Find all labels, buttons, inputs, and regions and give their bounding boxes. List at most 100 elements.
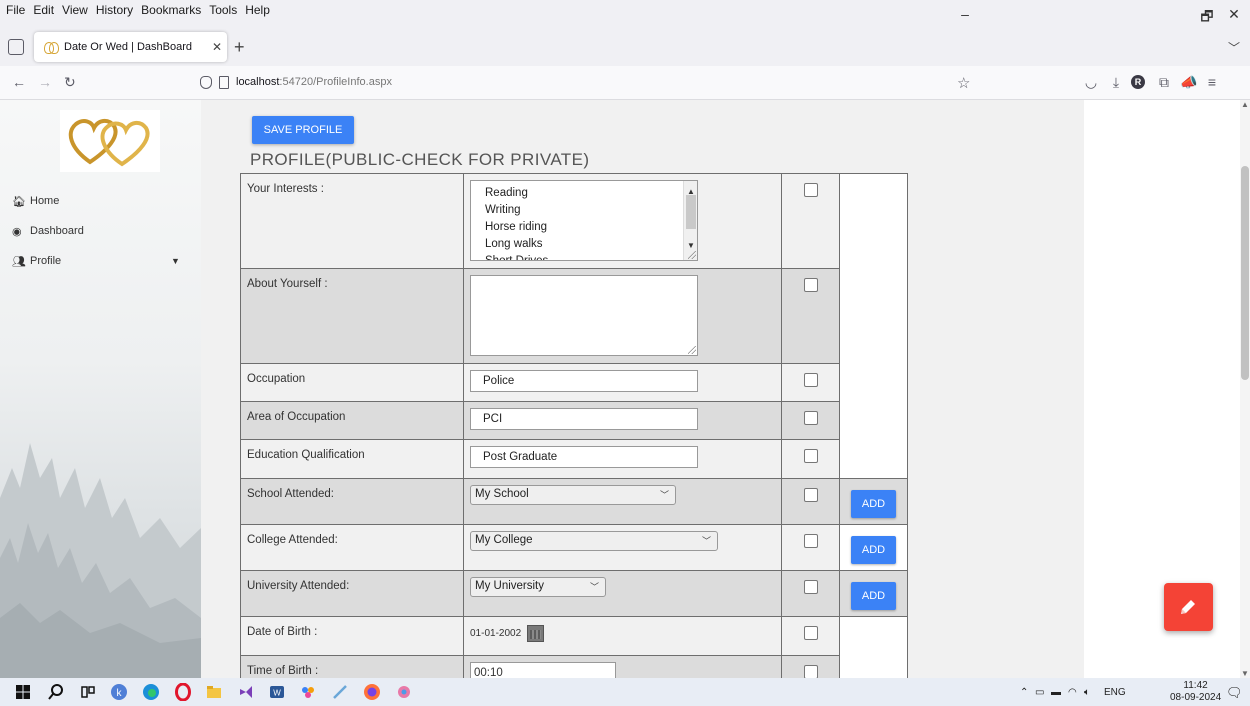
paint-icon[interactable] [299,683,317,701]
new-tab-icon[interactable]: + [234,37,245,58]
firefox-icon[interactable] [363,683,381,701]
page-info-icon[interactable] [219,76,229,89]
private-checkbox[interactable] [803,665,818,678]
private-checkbox[interactable] [803,580,818,594]
add-column-empty [839,616,908,678]
page-scroll-thumb[interactable] [1241,166,1249,380]
listbox-scrollbar[interactable]: ▲ ▼ [683,181,697,260]
private-checkbox[interactable] [803,449,818,463]
add-college-button[interactable]: ADD [851,536,896,564]
volume-icon[interactable]: 🔈︎ [1084,687,1090,698]
list-item[interactable]: Short Drives [485,253,697,260]
menu-edit[interactable]: Edit [33,3,54,17]
search-icon[interactable] [47,683,65,701]
minimize-button[interactable]: – [945,6,985,22]
list-item[interactable]: Horse riding [485,219,697,236]
sidebar-item-dashboard[interactable]: ◉ Dashboard [0,216,201,246]
close-window-button[interactable]: ✕ [1214,6,1250,23]
wifi-icon[interactable]: ◠ [1068,687,1077,698]
menu-view[interactable]: View [62,3,88,17]
sidebar-item-profile[interactable]: 👥︎ Profile ▼ [0,246,201,276]
bookmark-star-icon[interactable]: ☆ [957,74,970,92]
tab-overview-icon[interactable] [8,39,24,55]
edit-fab-button[interactable] [1164,583,1213,631]
visual-studio-icon[interactable] [237,683,255,701]
opera-icon[interactable] [174,683,192,701]
table-row: University Attended: My University ﹀ ADD [240,570,908,617]
menu-tools[interactable]: Tools [209,3,237,17]
url-bar[interactable]: localhost:54720/ProfileInfo.aspx [236,76,392,88]
university-select[interactable]: My University ﹀ [470,577,606,597]
private-checkbox[interactable] [803,534,818,548]
menu-file[interactable]: File [6,3,25,17]
tracking-shield-icon[interactable] [200,76,212,89]
tob-input[interactable]: 00:10 [470,662,616,678]
pocket-icon[interactable]: ◡ [1082,74,1100,91]
private-checkbox[interactable] [803,411,818,425]
tray-chevron-up-icon[interactable]: ⌃ [1020,687,1028,698]
chevron-down-icon[interactable]: ▼ [1241,669,1249,678]
chevron-down-icon: ﹀ [659,490,669,500]
page-scrollbar[interactable]: ▲ ▼ [1240,100,1250,678]
sidebar-item-home[interactable]: 🏠︎ Home [0,186,201,216]
interests-label: Your Interests : [240,173,464,269]
add-university-button[interactable]: ADD [851,582,896,610]
app-gear-icon[interactable] [395,683,413,701]
url-host: localhost [236,76,280,88]
tray-device-icon[interactable]: ▭ [1035,687,1044,698]
add-school-button[interactable]: ADD [851,490,896,518]
app-k-icon[interactable]: k [110,683,128,701]
private-checkbox[interactable] [803,183,818,197]
menu-help[interactable]: Help [245,3,270,17]
private-checkbox[interactable] [803,626,818,640]
school-select[interactable]: My School ﹀ [470,485,676,505]
menu-bookmarks[interactable]: Bookmarks [141,3,201,17]
battery-icon[interactable]: ▬ [1051,687,1061,698]
hamburger-menu-icon[interactable]: ≡ [1203,74,1221,90]
about-textarea[interactable] [470,275,698,356]
download-icon[interactable]: ⤓ [1107,74,1125,91]
dob-input[interactable]: 01-01-2002 [470,623,775,642]
list-tabs-chevron-icon[interactable]: ﹀ [1228,39,1240,56]
save-profile-button[interactable]: SAVE PROFILE [252,116,354,144]
windows-start-icon[interactable] [14,683,32,701]
brush-icon[interactable] [331,683,349,701]
sidebar-nav: 🏠︎ Home ◉ Dashboard 👥︎ Profile ▼ [0,186,201,276]
menu-history[interactable]: History [96,3,133,17]
language-indicator[interactable]: ENG [1104,687,1126,698]
calendar-icon[interactable] [527,625,545,642]
task-view-icon[interactable] [79,683,97,701]
megaphone-icon[interactable]: 📣 [1180,74,1198,91]
reload-icon[interactable]: ↻ [64,74,76,91]
private-checkbox[interactable] [803,373,818,387]
file-explorer-icon[interactable] [205,683,223,701]
education-input[interactable]: Post Graduate [470,446,698,468]
occupation-input[interactable]: Police [470,370,698,392]
notifications-icon[interactable]: 🗨︎ [1226,685,1243,701]
dob-value: 01-01-2002 [470,628,522,639]
extensions-icon[interactable]: ⧉ [1155,74,1173,91]
account-icon[interactable]: R [1131,75,1145,89]
chevron-up-icon[interactable]: ▲ [1241,100,1249,109]
private-checkbox[interactable] [803,278,818,292]
interests-listbox[interactable]: Reading Writing Horse riding Long walks … [470,180,698,261]
listbox-scroll-thumb[interactable] [686,195,696,229]
forward-arrow-icon[interactable]: → [38,74,52,90]
area-of-occupation-input[interactable]: PCI [470,408,698,430]
menu-bar: File Edit View History Bookmarks Tools H… [0,0,1250,24]
list-item[interactable]: Writing [485,202,697,219]
logo [60,110,160,172]
clock[interactable]: 11:42 08-09-2024 [1170,680,1221,704]
resize-handle-icon[interactable] [688,346,696,354]
occupation-label: Occupation [240,363,464,402]
tab-dashboard[interactable]: Date Or Wed | DashBoard ✕ [34,32,227,62]
college-select[interactable]: My College ﹀ [470,531,718,551]
list-item[interactable]: Long walks [485,236,697,253]
edge-browser-icon[interactable] [142,683,160,701]
back-arrow-icon[interactable]: ← [12,74,26,90]
private-checkbox[interactable] [803,488,818,502]
word-icon[interactable]: W [268,683,286,701]
tab-close-icon[interactable]: ✕ [207,40,227,54]
resize-handle-icon[interactable] [688,251,696,259]
list-item[interactable]: Reading [485,185,697,202]
